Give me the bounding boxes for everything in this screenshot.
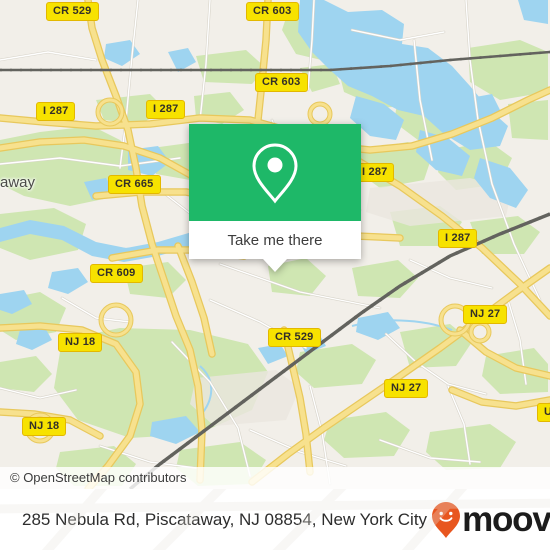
location-callout-card[interactable]: Take me there: [189, 124, 361, 272]
moovit-logo[interactable]: moovit: [431, 500, 550, 540]
map-canvas[interactable]: .greenarea { fill: #cfe6b2; } .water { f…: [0, 0, 550, 489]
road-shield: CR 609: [90, 264, 143, 283]
callout-pointer: [263, 259, 287, 272]
osm-attribution[interactable]: © OpenStreetMap contributors: [0, 467, 550, 489]
road-shield: I 287: [36, 102, 76, 121]
road-shield: NJ 18: [58, 333, 103, 352]
moovit-wordmark: moovit: [462, 499, 550, 539]
road-shield: NJ 27: [463, 305, 508, 324]
footer-bar: 285 Nebula Rd, Piscataway, NJ 08854, New…: [0, 489, 550, 550]
road-shield: CR 529: [46, 2, 99, 21]
take-me-there-button[interactable]: Take me there: [189, 221, 361, 259]
location-address: 285 Nebula Rd, Piscataway, NJ 08854, New…: [22, 509, 428, 529]
map-pin-icon: [252, 142, 298, 203]
road-shield: NJ 27: [384, 379, 429, 398]
road-shield: CR 603: [246, 2, 299, 21]
road-shield: CR 529: [268, 328, 321, 347]
road-shield: CR 603: [255, 73, 308, 92]
road-shield: I 287: [146, 100, 186, 119]
callout-pin-panel: [189, 124, 361, 221]
road-shield: US: [537, 403, 550, 422]
road-shield: CR 665: [108, 175, 161, 194]
take-me-there-label: Take me there: [227, 231, 323, 249]
road-shield: NJ 18: [22, 417, 67, 436]
place-label: away: [0, 174, 36, 191]
moovit-smiling-pin-icon: [432, 501, 461, 538]
road-shield: I 287: [438, 229, 478, 248]
